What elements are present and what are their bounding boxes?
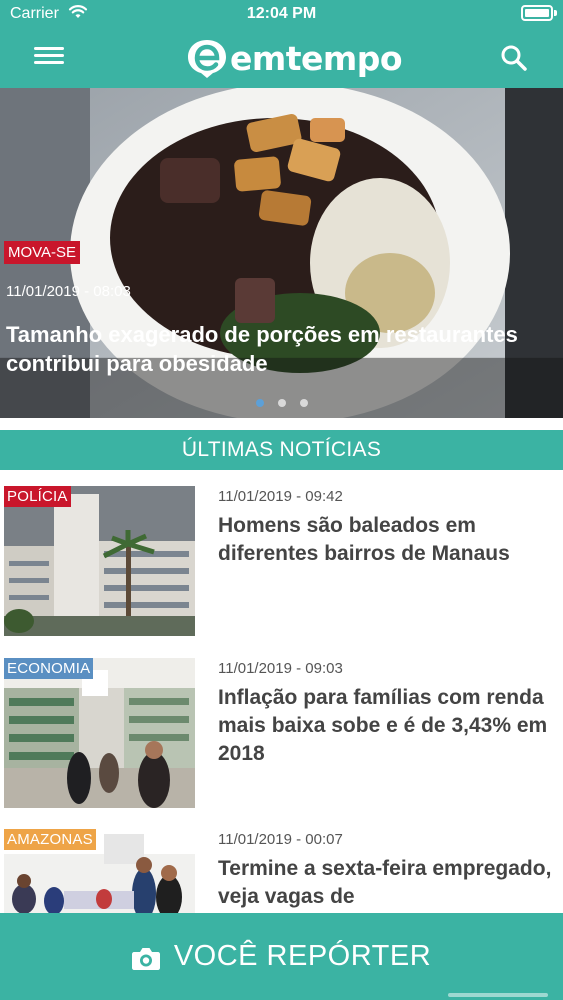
hamburger-menu-icon[interactable] xyxy=(34,44,64,72)
brand-logo[interactable]: emtempo xyxy=(186,36,403,80)
featured-category-badge: MOVA-SE xyxy=(4,241,81,264)
news-thumbnail: POLÍCIA xyxy=(4,486,195,636)
news-thumbnail: AMAZONAS xyxy=(4,829,195,913)
news-category-badge: ECONOMIA xyxy=(4,658,94,679)
voce-reporter-label: VOCÊ REPÓRTER xyxy=(173,940,432,972)
news-item[interactable]: ECONOMIA 11/01/2019 - 09:03 Inflação par… xyxy=(0,642,563,808)
carousel-dot-3[interactable] xyxy=(299,399,308,407)
search-icon[interactable] xyxy=(499,43,529,73)
news-date: 11/01/2019 - 00:07 xyxy=(218,831,343,848)
news-thumbnail-photo-pharmacy xyxy=(4,658,195,808)
news-item[interactable]: POLÍCIA 11/01/2019 - 09:42 Homens são ba… xyxy=(0,470,563,636)
featured-date: 11/01/2019 - 08:03 xyxy=(6,283,131,300)
battery-icon xyxy=(521,5,553,21)
brand-logo-mark-icon xyxy=(188,40,226,78)
news-title: Termine a sexta-feira empregado, veja va… xyxy=(218,857,552,908)
news-list[interactable]: POLÍCIA 11/01/2019 - 09:42 Homens são ba… xyxy=(0,470,563,913)
section-header-latest-news: ÚLTIMAS NOTÍCIAS xyxy=(0,430,563,470)
news-title: Inflação para famílias com renda mais ba… xyxy=(218,686,548,765)
news-category-badge: POLÍCIA xyxy=(4,486,71,507)
news-date: 11/01/2019 - 09:42 xyxy=(218,488,343,505)
clock: 12:04 PM xyxy=(246,5,317,22)
status-bar: Carrier 12:04 PM xyxy=(0,0,563,28)
news-title: Homens são baleados em diferentes bairro… xyxy=(218,514,510,565)
top-nav-bar: emtempo xyxy=(0,28,563,88)
brand-name: emtempo xyxy=(230,38,403,78)
news-thumbnail: ECONOMIA xyxy=(4,658,195,808)
news-category-badge: AMAZONAS xyxy=(4,829,96,850)
carousel-page-indicator[interactable] xyxy=(0,394,563,412)
news-date: 11/01/2019 - 09:03 xyxy=(218,660,343,677)
featured-headline: Tamanho exagerado de porções em restaura… xyxy=(6,322,518,376)
featured-article[interactable]: MOVA-SE 11/01/2019 - 08:03 Tamanho exage… xyxy=(0,88,563,418)
home-indicator[interactable] xyxy=(448,993,548,997)
carousel-dot-2[interactable] xyxy=(277,399,286,407)
news-item[interactable]: AMAZONAS 11/01/2019 - 00:07 Termine a se… xyxy=(0,813,563,913)
carousel-dot-1[interactable] xyxy=(255,399,264,407)
news-thumbnail-photo-police xyxy=(4,486,195,636)
voce-reporter-button[interactable]: VOCÊ REPÓRTER xyxy=(0,913,563,1000)
camera-icon xyxy=(131,948,160,970)
battery-tip xyxy=(554,10,557,16)
